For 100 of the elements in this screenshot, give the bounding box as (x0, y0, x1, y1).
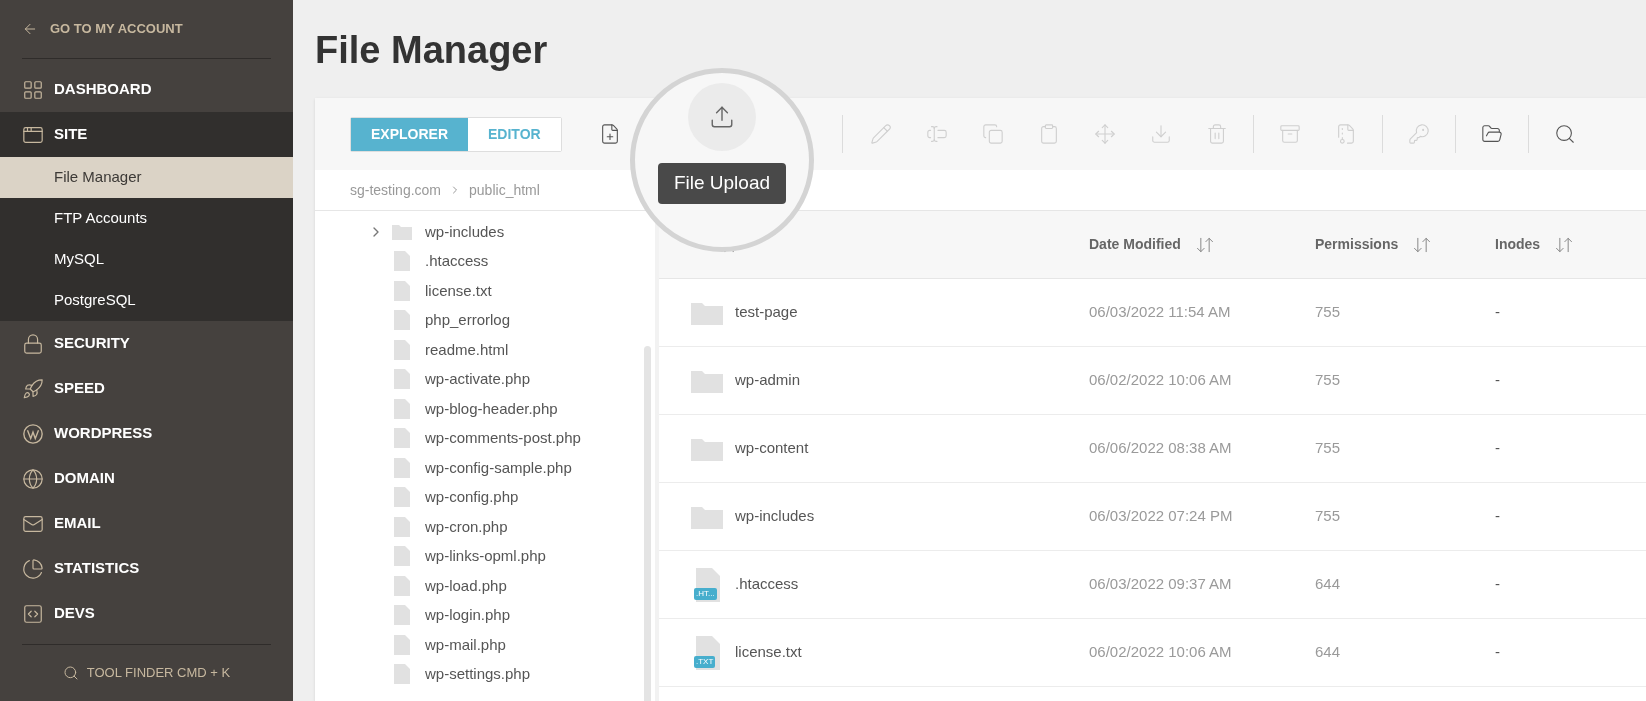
nav-item[interactable]: EMAIL (0, 501, 293, 546)
search-icon (1553, 123, 1576, 145)
table-cell-text: - (1495, 574, 1501, 595)
table-cell-text: 755 (1315, 438, 1342, 459)
table-row[interactable]: wp-content 06/06/2022 08:38 AM 755 - (659, 415, 1646, 483)
table-row[interactable]: .TXT license.txt 06/02/2022 10:06 AM 644 - (659, 619, 1646, 687)
nav-item[interactable]: DOMAIN (0, 456, 293, 501)
file-icon (394, 428, 410, 449)
tree-item-label: wp-login.php (425, 605, 511, 625)
file-name: wp-includes (735, 506, 815, 527)
table-cell-text: - (1495, 506, 1501, 527)
tree-item[interactable]: wp-includes (365, 217, 505, 247)
tree-item[interactable]: wp-config.php (365, 482, 519, 512)
tree-item[interactable]: wp-mail.php (365, 630, 506, 660)
file-name: license.txt (735, 642, 802, 663)
file-icon (394, 398, 410, 419)
rocket-icon (22, 377, 44, 400)
folder-icon (691, 300, 723, 325)
nav-item[interactable]: DASHBOARD (0, 67, 293, 112)
tree-item-label: wp-mail.php (425, 634, 506, 655)
table-cell-text: 06/02/2022 10:06 AM (1089, 370, 1233, 391)
nav-subitem[interactable]: FTP Accounts (0, 198, 293, 239)
back-link[interactable]: GO TO MY ACCOUNT (0, 0, 293, 58)
file-name: wp-content (735, 438, 809, 459)
folder-icon (392, 223, 412, 240)
page-title: File Manager (315, 27, 549, 73)
table-cell-text: 06/03/2022 09:37 AM (1089, 574, 1233, 595)
file-icon (394, 575, 410, 596)
folder-icon (691, 368, 723, 393)
file-type-icon: .TXT (694, 635, 720, 670)
tree-item[interactable]: wp-settings.php (365, 659, 531, 689)
table-row[interactable]: test-page 06/03/2022 11:54 AM 755 - (659, 279, 1646, 347)
archive-icon (1278, 123, 1301, 145)
key-icon (1407, 123, 1430, 145)
search-icon (62, 665, 79, 681)
table-cell-text: - (1495, 438, 1501, 459)
table-cell-text: - (1495, 302, 1501, 323)
file-icon (394, 251, 410, 272)
tree-item-label: wp-config-sample.php (425, 457, 572, 478)
file-icon (394, 339, 410, 360)
table-cell-text: 755 (1315, 370, 1342, 391)
table-cell-text: 644 (1315, 642, 1342, 663)
tree-item[interactable]: readme.html (365, 335, 509, 365)
tree-item-label: wp-config.php (425, 487, 519, 507)
table-row[interactable]: wp-admin 06/02/2022 10:06 AM 755 - (659, 347, 1646, 415)
code-icon (22, 602, 44, 625)
folder-icon (691, 436, 723, 461)
tooltip: File Upload (657, 163, 787, 204)
nav-item[interactable]: SECURITY (0, 321, 293, 366)
nav-subitem[interactable]: File Manager (0, 157, 293, 198)
nav-item[interactable]: STATISTICS (0, 546, 293, 591)
nav-item[interactable]: SPEED (0, 366, 293, 411)
nav-item[interactable]: DEVS (0, 591, 293, 636)
file-icon (394, 605, 410, 626)
globe-icon (22, 467, 44, 490)
move-icon (1093, 123, 1116, 145)
nav-item[interactable]: SITE (0, 112, 293, 157)
lock-icon (22, 332, 44, 355)
trash-icon (1205, 123, 1228, 145)
column-header[interactable]: Date Modified (1089, 234, 1181, 255)
table-row[interactable]: .HT... .htaccess 06/03/2022 09:37 AM 644 - (659, 551, 1646, 619)
tree-item[interactable]: .htaccess (365, 246, 489, 276)
tree-item[interactable]: wp-login.php (365, 600, 511, 630)
tree-item[interactable]: wp-cron.php (365, 512, 508, 542)
nav-subitem[interactable]: MySQL (0, 239, 293, 280)
file-icon (394, 369, 410, 390)
tree-item[interactable]: license.txt (365, 276, 492, 306)
file-icon (394, 664, 410, 685)
file-type-icon: .HT... (694, 567, 720, 602)
rename-icon (925, 123, 948, 145)
file-icon (394, 280, 410, 301)
tree-item-label: wp-links-opml.php (425, 546, 546, 566)
tree-item[interactable]: wp-activate.php (365, 364, 531, 394)
table-row[interactable]: wp-includes 06/03/2022 07:24 PM 755 - (659, 483, 1646, 551)
table-cell-text: 755 (1315, 506, 1342, 527)
tree-item-label: wp-includes (425, 221, 505, 242)
tool-finder-link[interactable]: TOOL FINDER CMD + K (0, 645, 293, 701)
w-circle-icon (22, 422, 44, 445)
tree-item-label: wp-comments-post.php (425, 428, 581, 448)
download-icon (1149, 123, 1172, 145)
table-cell-text: - (1495, 642, 1501, 663)
tree-item[interactable]: wp-links-opml.php (365, 541, 546, 571)
pencil-icon (869, 123, 892, 145)
file-icon (394, 546, 410, 567)
table-cell-text: - (1495, 370, 1501, 391)
tree-item[interactable]: wp-config-sample.php (365, 453, 572, 483)
nav-subitem[interactable]: PostgreSQL (0, 280, 293, 321)
file-name: wp-admin (735, 370, 801, 391)
tree-item[interactable]: wp-load.php (365, 571, 507, 601)
grid-icon (22, 78, 44, 101)
table-cell-text: 06/03/2022 07:24 PM (1089, 506, 1234, 527)
column-header[interactable]: Permissions (1315, 234, 1399, 255)
tree-item[interactable]: wp-comments-post.php (365, 423, 581, 453)
column-header[interactable]: Inodes (1495, 234, 1541, 255)
folder-icon (691, 504, 723, 529)
tree-item[interactable]: php_errorlog (365, 305, 511, 335)
tree-item[interactable]: wp-blog-header.php (365, 394, 558, 424)
table-cell-text: 06/02/2022 10:06 AM (1089, 642, 1233, 663)
nav-item[interactable]: WORDPRESS (0, 411, 293, 456)
upload-file-icon (709, 104, 735, 130)
